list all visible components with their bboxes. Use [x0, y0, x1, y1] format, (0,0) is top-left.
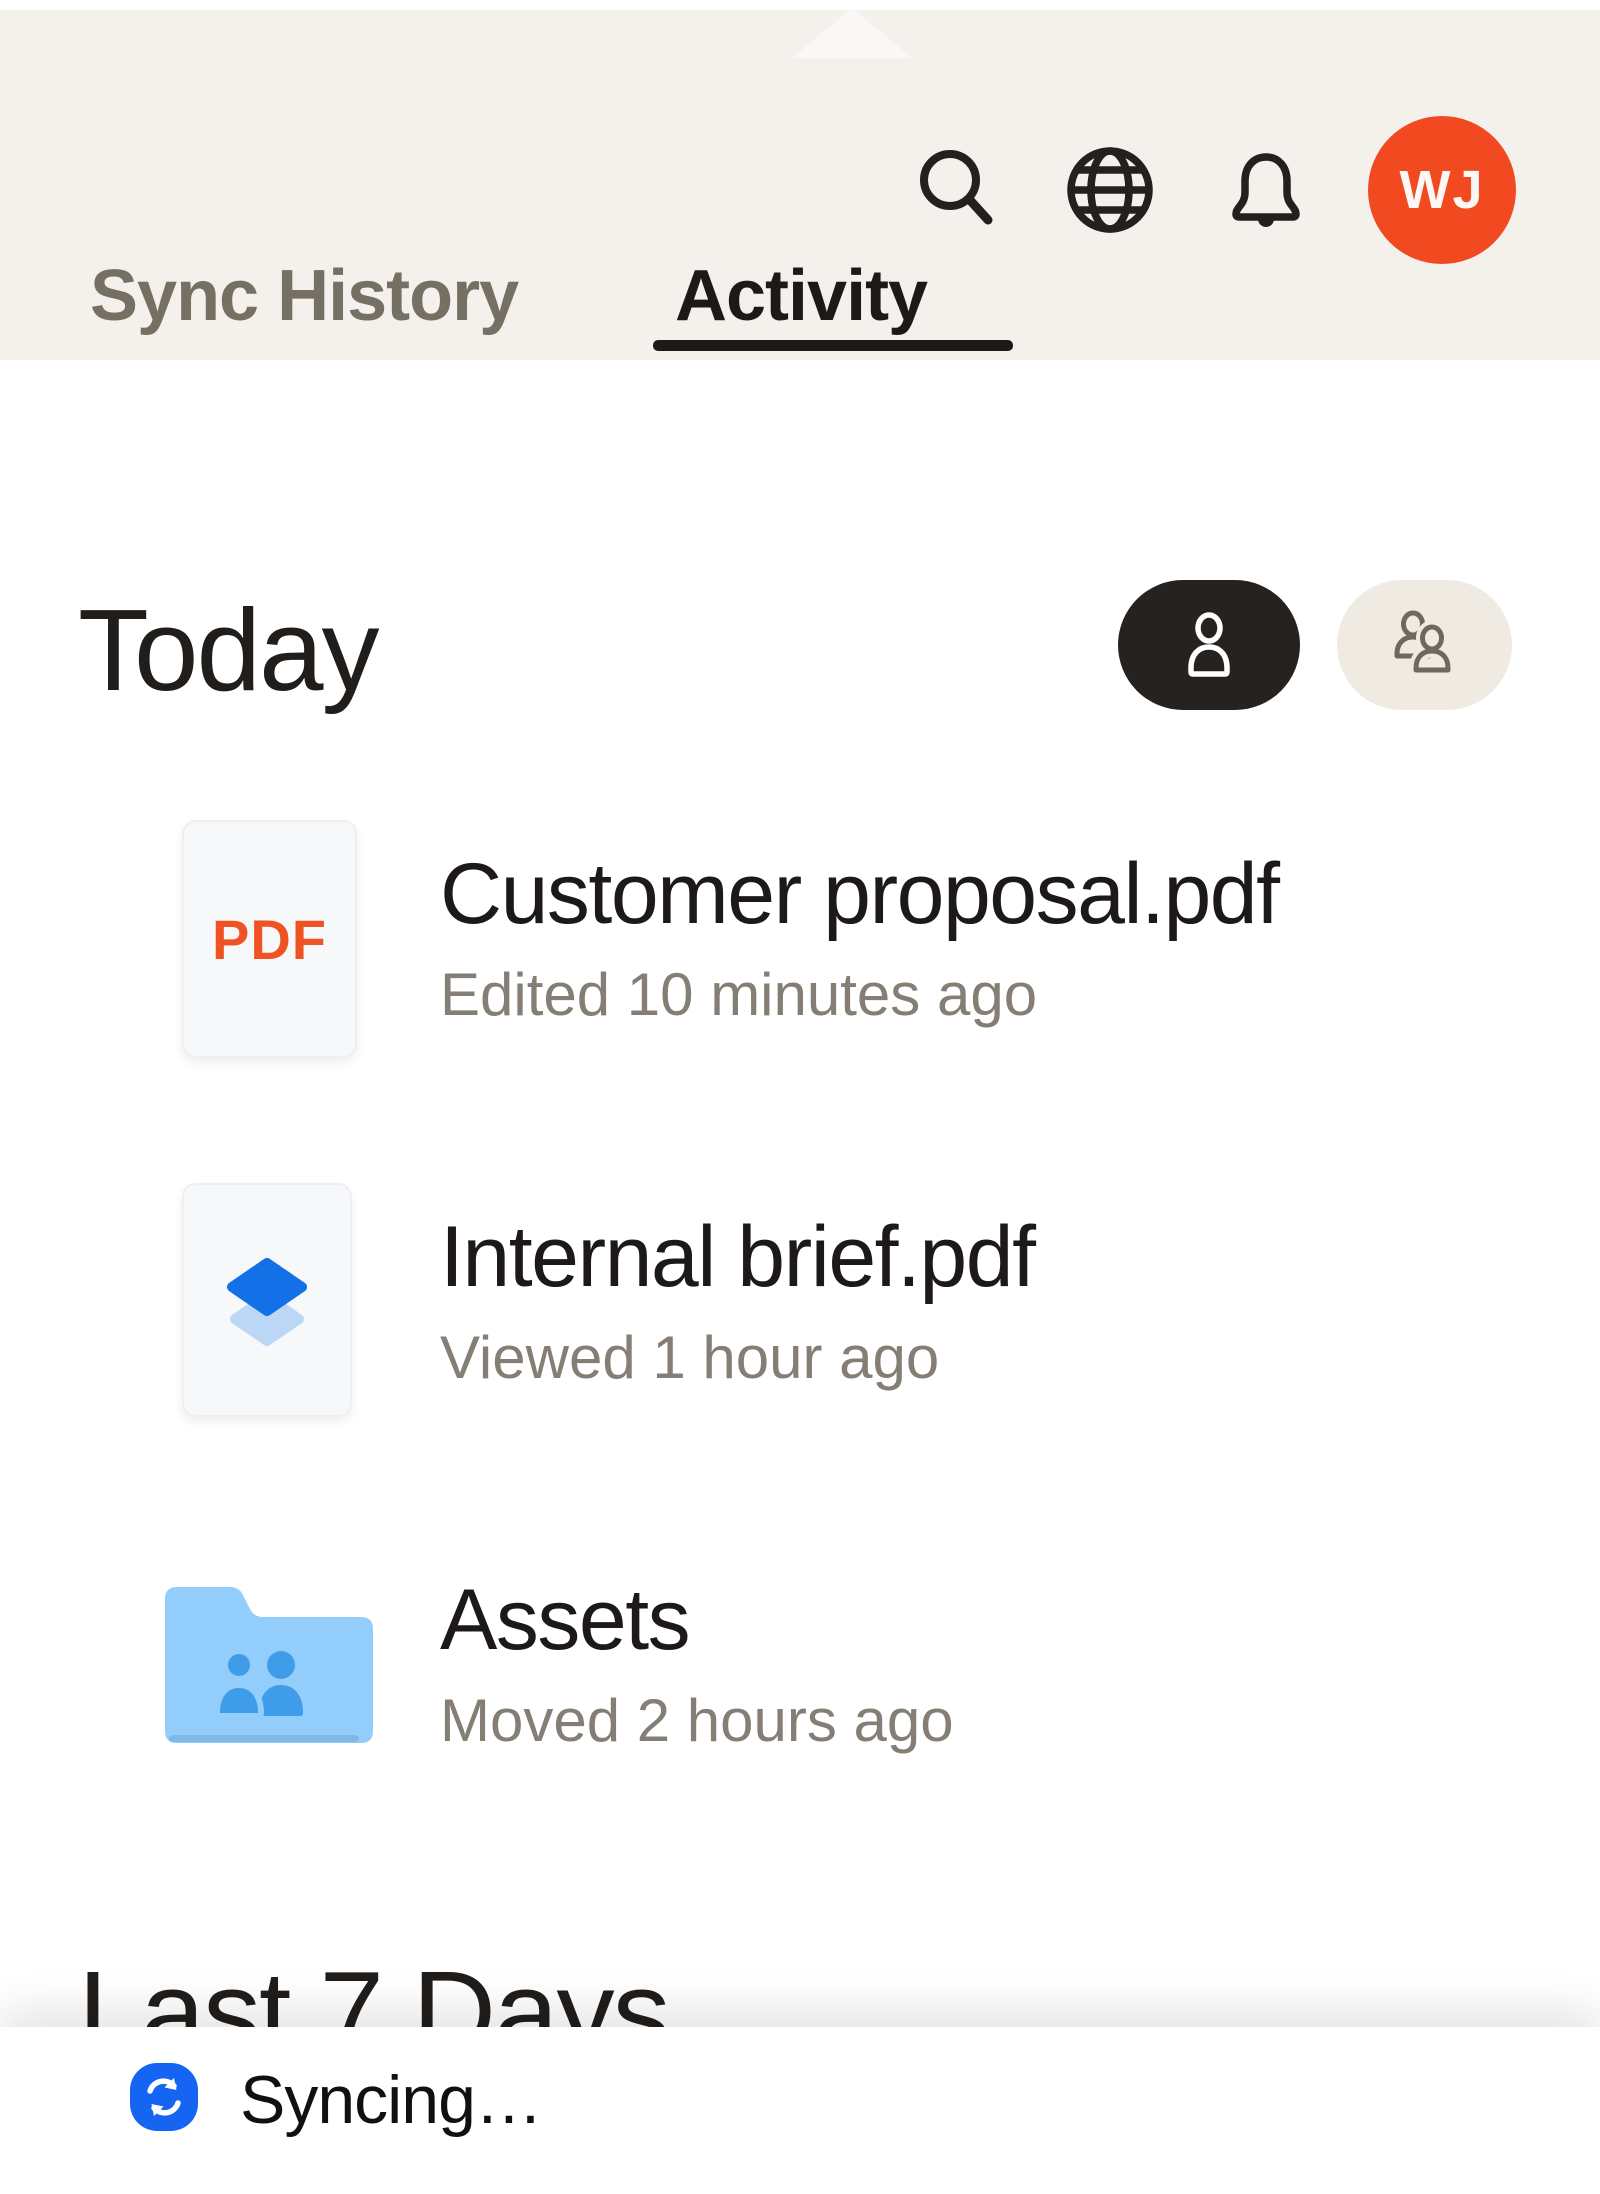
dropbox-file-icon [182, 1183, 352, 1417]
item-subtitle: Moved 2 hours ago [440, 1691, 954, 1751]
item-title: Internal brief.pdf [440, 1214, 1034, 1300]
toggle-shared-view[interactable] [1337, 580, 1512, 710]
popover-caret [792, 8, 912, 58]
header: WJ Sync History Activity [0, 0, 1600, 360]
pdf-badge: PDF [212, 907, 327, 972]
sync-status-text: Syncing… [240, 2061, 542, 2139]
item-title: Customer proposal.pdf [440, 851, 1279, 937]
search-button[interactable] [914, 146, 998, 240]
tab-activity[interactable]: Activity [675, 255, 927, 337]
item-subtitle: Viewed 1 hour ago [440, 1328, 1034, 1388]
active-tab-underline [653, 340, 1013, 351]
shared-folder-icon [155, 1575, 373, 1753]
section-title-today: Today [78, 592, 378, 708]
sync-toast: Syncing… [0, 2027, 1600, 2194]
globe-button[interactable] [1064, 144, 1156, 236]
avatar-initials: WJ [1400, 159, 1485, 221]
item-title: Assets [440, 1577, 954, 1663]
person-icon [1177, 610, 1241, 680]
notifications-icon [1222, 140, 1310, 236]
tab-sync-history[interactable]: Sync History [90, 255, 518, 337]
item-subtitle: Edited 10 minutes ago [440, 965, 1279, 1025]
globe-icon [1064, 144, 1156, 236]
avatar[interactable]: WJ [1368, 116, 1516, 264]
search-icon [914, 146, 998, 240]
notifications-button[interactable] [1222, 140, 1310, 236]
app-screen: WJ Sync History Activity Today PDF Custo… [0, 0, 1600, 2194]
people-icon [1385, 608, 1465, 682]
pdf-file-icon: PDF [182, 820, 357, 1058]
toggle-personal-view[interactable] [1118, 580, 1300, 710]
sync-icon [130, 2063, 198, 2131]
